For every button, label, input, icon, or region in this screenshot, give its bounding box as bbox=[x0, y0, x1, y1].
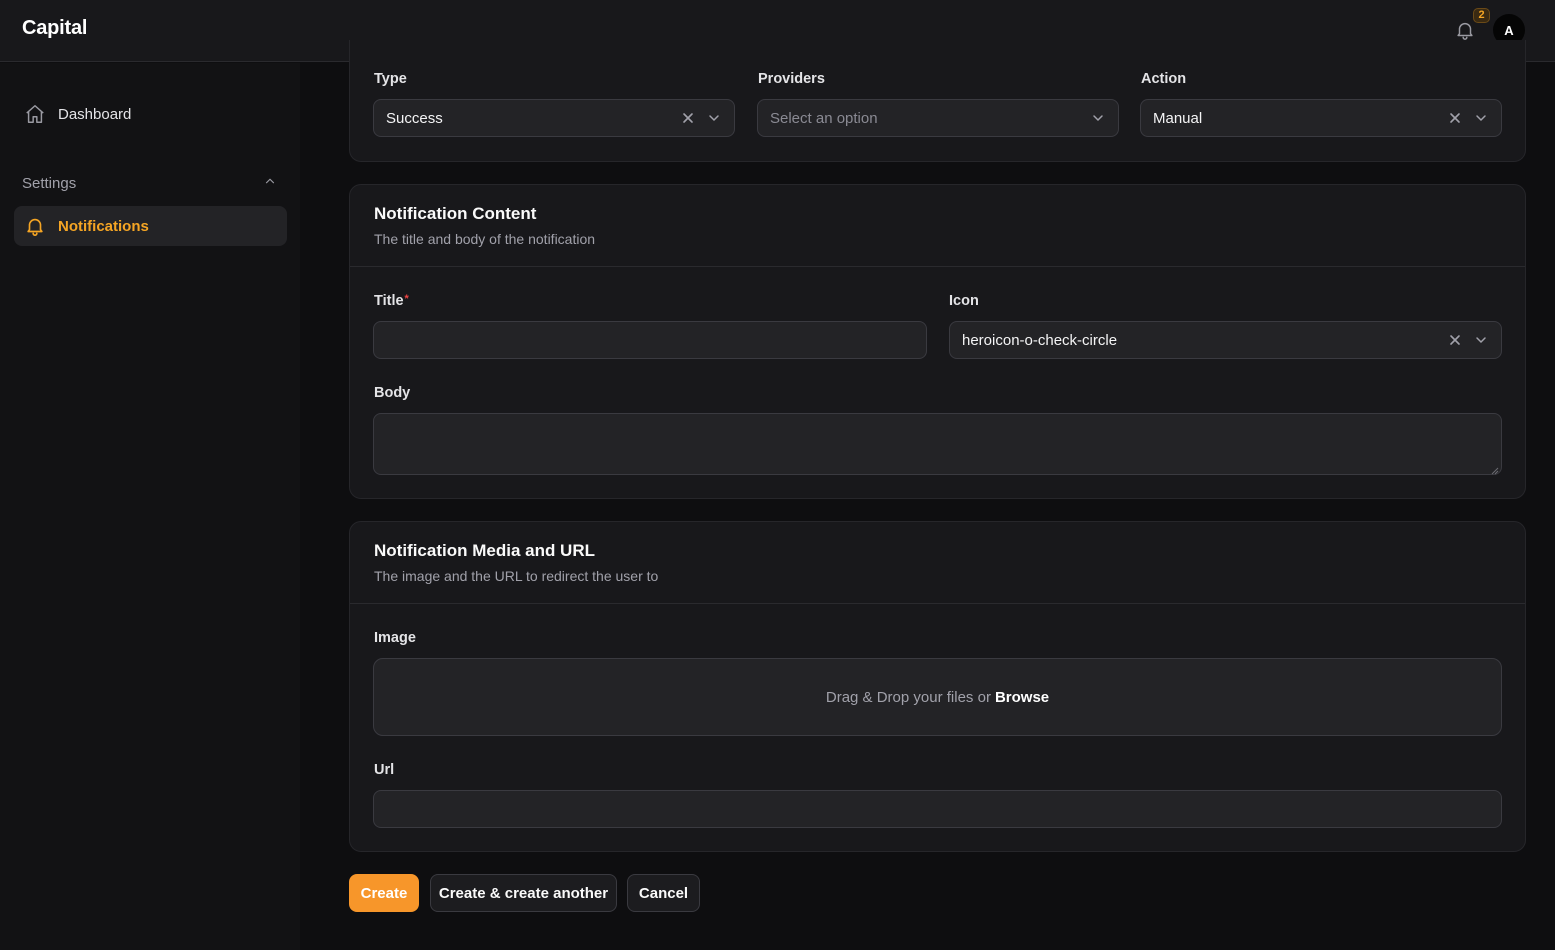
notification-media-section: Notification Media and URL The image and… bbox=[349, 521, 1526, 852]
sidebar-group-settings[interactable]: Settings bbox=[22, 171, 277, 195]
app-title[interactable]: Capital bbox=[22, 17, 87, 40]
sidebar-group-label: Settings bbox=[22, 174, 77, 192]
cancel-button[interactable]: Cancel bbox=[627, 874, 700, 912]
create-button[interactable]: Create bbox=[349, 874, 419, 912]
icon-select[interactable]: heroicon-o-check-circle bbox=[949, 321, 1502, 359]
title-input[interactable] bbox=[373, 321, 927, 359]
type-select[interactable]: Success bbox=[373, 99, 735, 137]
create-another-button[interactable]: Create & create another bbox=[430, 874, 617, 912]
section-title: Notification Media and URL bbox=[374, 541, 595, 560]
action-label: Action bbox=[1141, 71, 1187, 87]
browse-link[interactable]: Browse bbox=[995, 689, 1049, 706]
chevron-down-icon[interactable] bbox=[1473, 110, 1489, 126]
action-select[interactable]: Manual bbox=[1140, 99, 1502, 137]
sidebar-item-dashboard[interactable]: Dashboard bbox=[14, 94, 287, 134]
providers-select-placeholder: Select an option bbox=[770, 109, 878, 127]
sidebar-item-notifications[interactable]: Notifications bbox=[14, 206, 287, 246]
providers-label: Providers bbox=[758, 71, 825, 87]
image-label: Image bbox=[374, 630, 416, 646]
notification-settings-section: Type Success Providers Select an option … bbox=[349, 40, 1526, 162]
section-subtitle: The title and body of the notification bbox=[374, 231, 596, 247]
body-textarea[interactable] bbox=[373, 413, 1502, 475]
body-label: Body bbox=[374, 385, 411, 401]
required-mark: * bbox=[404, 293, 409, 305]
image-dropzone[interactable]: Drag & Drop your files or Browse bbox=[373, 658, 1502, 736]
notification-content-section: Notification Content The title and body … bbox=[349, 184, 1526, 499]
providers-select[interactable]: Select an option bbox=[757, 99, 1119, 137]
section-header: Notification Content The title and body … bbox=[350, 185, 1525, 267]
chevron-down-icon[interactable] bbox=[1473, 332, 1489, 348]
title-label: Title* bbox=[374, 293, 409, 309]
resize-handle-icon[interactable] bbox=[1489, 462, 1499, 475]
chevron-up-icon[interactable] bbox=[263, 174, 277, 192]
bell-icon bbox=[24, 215, 46, 237]
type-label: Type bbox=[374, 71, 407, 87]
url-input[interactable] bbox=[373, 790, 1502, 828]
sidebar: Dashboard Settings Notifications bbox=[0, 63, 300, 950]
home-icon bbox=[24, 103, 46, 125]
action-select-value: Manual bbox=[1153, 109, 1203, 127]
chevron-down-icon[interactable] bbox=[1090, 110, 1106, 126]
notification-count-badge: 2 bbox=[1473, 8, 1490, 23]
dropzone-text: Drag & Drop your files or bbox=[825, 688, 991, 706]
icon-label: Icon bbox=[949, 293, 979, 309]
type-select-value: Success bbox=[386, 109, 443, 127]
url-label: Url bbox=[374, 762, 395, 778]
chevron-down-icon[interactable] bbox=[706, 110, 722, 126]
clear-icon[interactable] bbox=[680, 110, 696, 126]
section-header: Notification Media and URL The image and… bbox=[350, 522, 1525, 604]
icon-select-value: heroicon-o-check-circle bbox=[962, 331, 1118, 349]
sidebar-item-label: Dashboard bbox=[58, 105, 132, 123]
clear-icon[interactable] bbox=[1447, 332, 1463, 348]
section-title: Notification Content bbox=[374, 204, 537, 223]
clear-icon[interactable] bbox=[1447, 110, 1463, 126]
sidebar-item-label: Notifications bbox=[58, 217, 149, 235]
section-subtitle: The image and the URL to redirect the us… bbox=[374, 568, 659, 584]
